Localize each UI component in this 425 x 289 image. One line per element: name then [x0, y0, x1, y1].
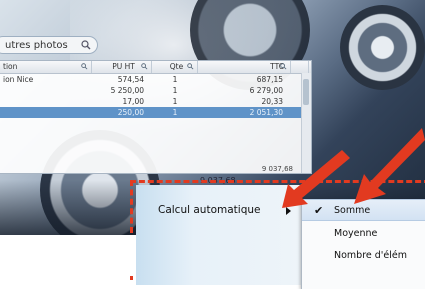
column-search-icon[interactable]	[81, 63, 88, 70]
column-header-qte[interactable]: Qte	[152, 61, 198, 73]
column-search-icon[interactable]	[187, 63, 194, 70]
page-margin	[0, 236, 134, 276]
cell-qte: 1	[172, 75, 178, 84]
column-search-icon[interactable]	[280, 63, 287, 70]
search-icon[interactable]	[81, 40, 91, 50]
cell-ttc: 20,33	[261, 97, 283, 106]
search-input[interactable]: utres photos	[0, 36, 98, 54]
cell-ttc: 6 279,00	[249, 86, 283, 95]
cell-description	[0, 107, 92, 118]
table-row[interactable]: ion Nice 574,54 1 687,15	[0, 74, 311, 85]
cell-pu-ht: 574,54	[117, 75, 144, 84]
table-row-selected[interactable]: 250,00 1 2 051,30	[0, 107, 311, 118]
column-header-pu-ht[interactable]: PU HT	[92, 61, 152, 73]
search-placeholder: utres photos	[5, 39, 68, 51]
column-header-description[interactable]: tion	[0, 61, 92, 73]
cell-qte: 1	[172, 97, 178, 106]
column-search-icon[interactable]	[141, 63, 148, 70]
cell-qte: 1	[172, 86, 178, 95]
scrollbar-thumb[interactable]	[303, 79, 309, 105]
red-arrow-icon	[354, 128, 425, 204]
column-header-ttc[interactable]: TTC	[198, 61, 291, 73]
table-row[interactable]: 17,00 1 20,33	[0, 96, 311, 107]
cell-description	[0, 85, 92, 96]
cell-ttc: 2 051,30	[249, 108, 283, 117]
table-header: tion PU HT Qte TTC	[0, 61, 311, 74]
column-header-extra	[291, 61, 309, 73]
invoice-table: tion PU HT Qte TTC ion Nice 574,54 1 687…	[0, 60, 312, 174]
cell-pu-ht: 250,00	[117, 108, 144, 117]
cell-qte: 1	[172, 108, 178, 117]
table-row[interactable]: 5 250,00 1 6 279,00	[0, 85, 311, 96]
cell-description	[0, 96, 92, 107]
cell-pu-ht: 17,00	[122, 97, 144, 106]
cell-pu-ht: 5 250,00	[110, 86, 144, 95]
cell-ttc: 687,15	[256, 75, 283, 84]
cell-description: ion Nice	[3, 75, 34, 84]
